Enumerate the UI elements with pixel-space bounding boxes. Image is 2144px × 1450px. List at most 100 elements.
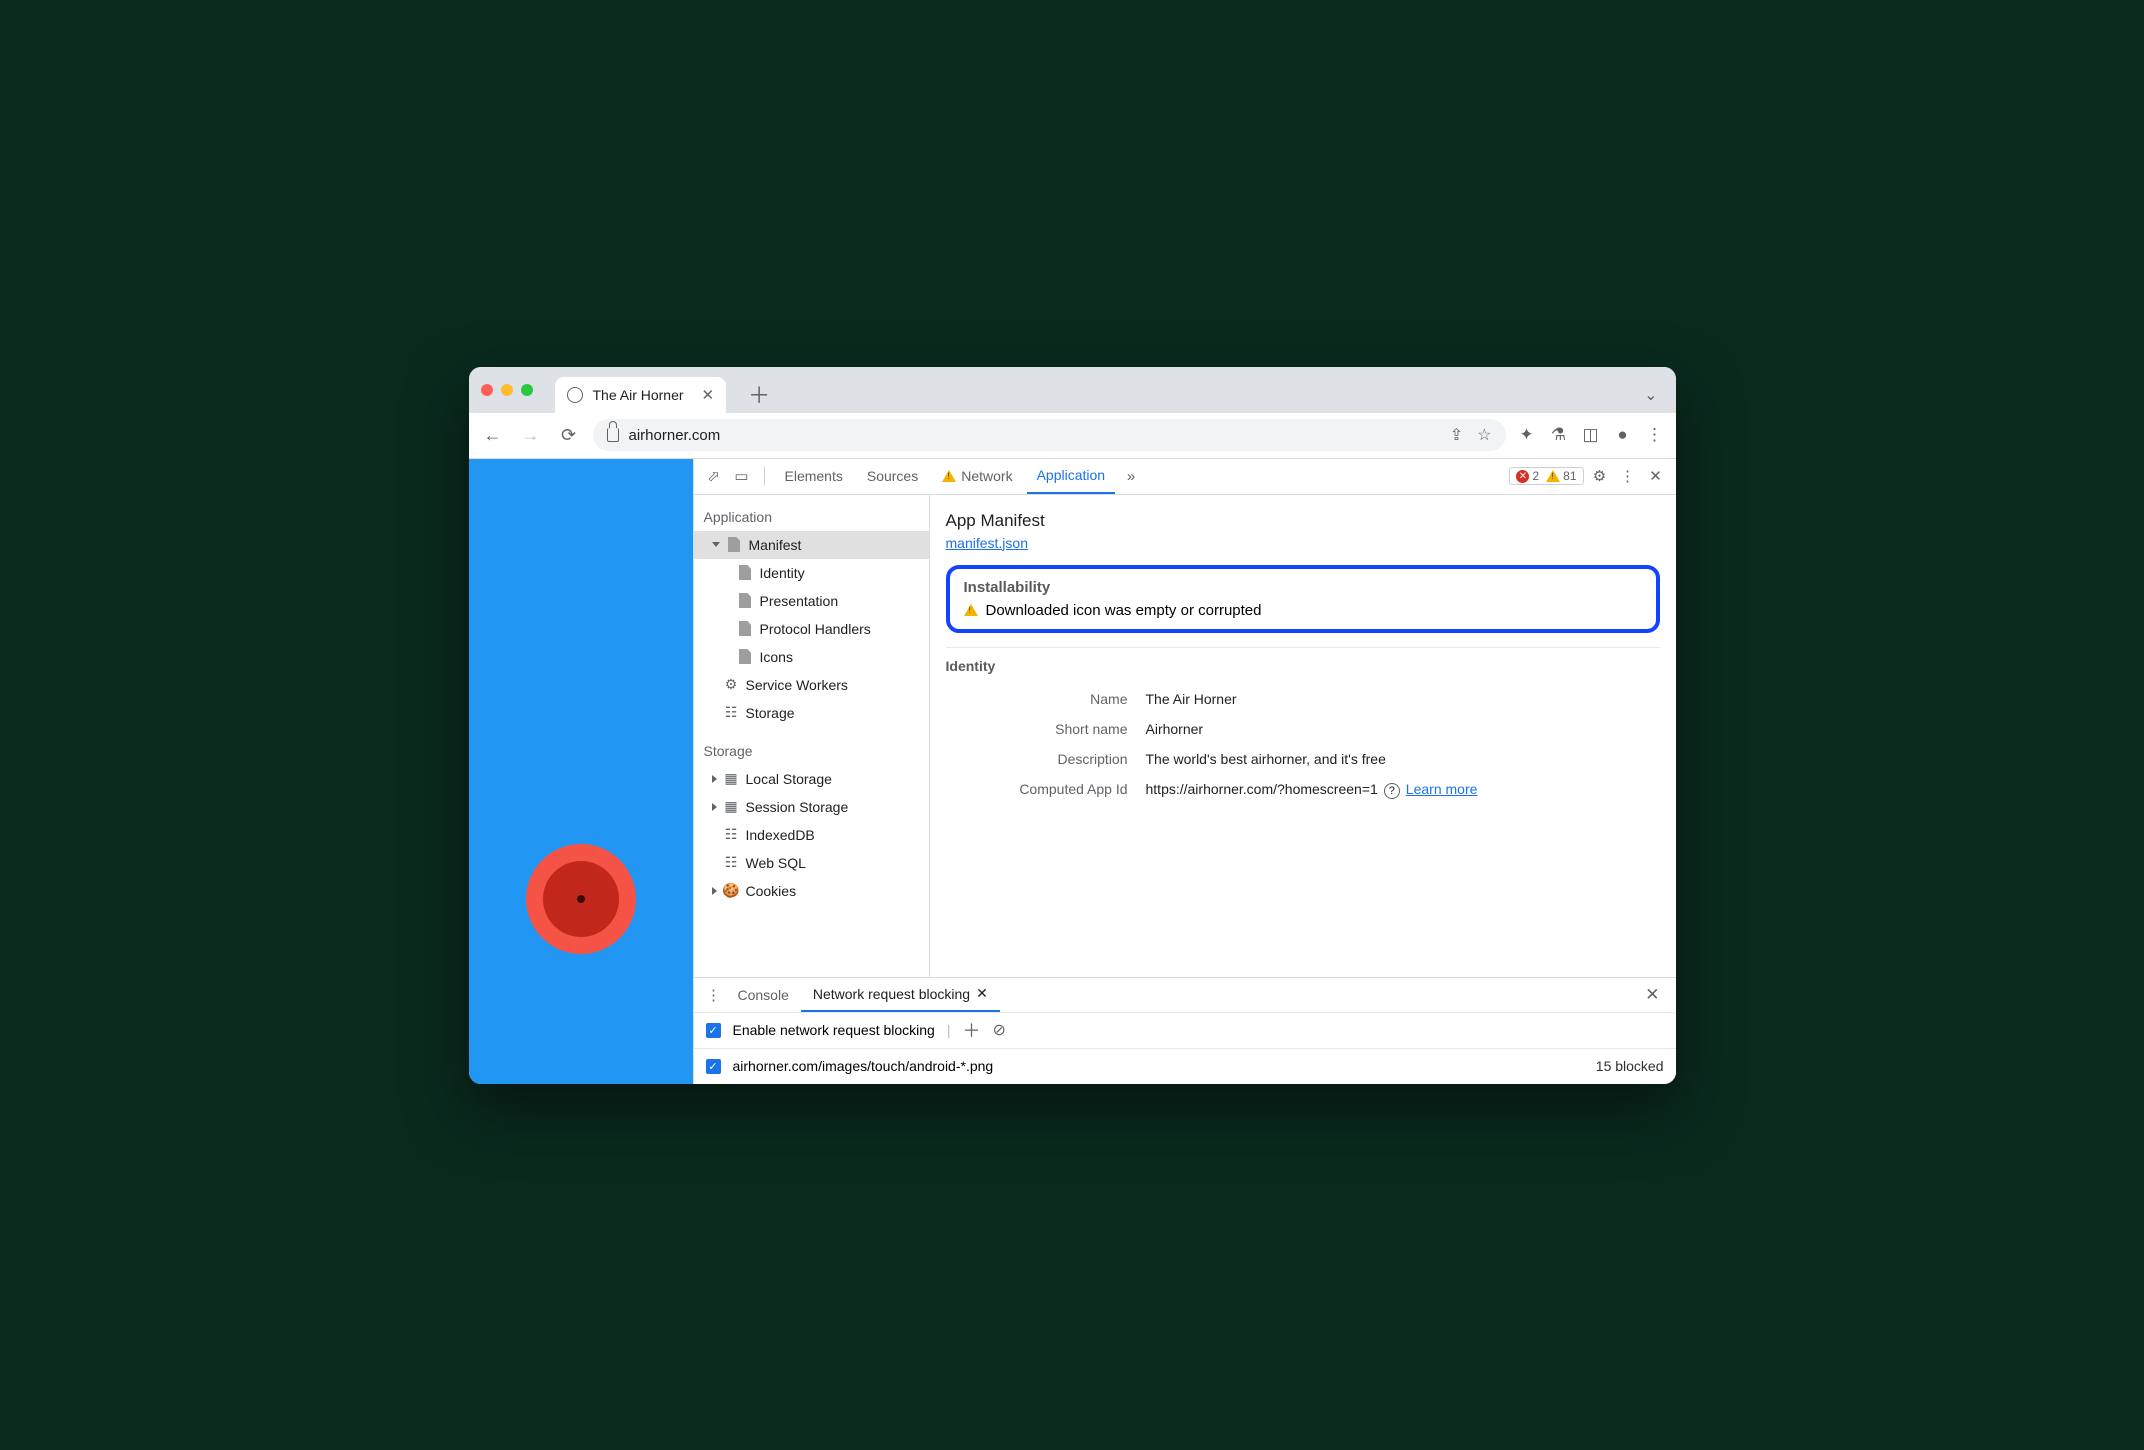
close-drawer-icon[interactable]: ✕: [1645, 985, 1667, 1005]
blocking-pattern-row[interactable]: ✓ airhorner.com/images/touch/android-*.p…: [694, 1048, 1676, 1084]
manifest-file-link[interactable]: manifest.json: [946, 535, 1028, 551]
issues-badge[interactable]: ✕2 81: [1509, 467, 1583, 485]
value-app-id: https://airhorner.com/?homescreen=1: [1146, 781, 1378, 797]
share-icon[interactable]: ⇪: [1450, 425, 1463, 445]
bookmark-icon[interactable]: ☆: [1477, 425, 1491, 445]
labs-icon[interactable]: ⚗: [1548, 425, 1570, 445]
sidebar-item-local-storage[interactable]: ▦Local Storage: [694, 765, 929, 793]
caret-right-icon: [712, 775, 717, 783]
content-area: ⬀ ▭ Elements Sources Network Application…: [469, 459, 1676, 1084]
tab-elements[interactable]: Elements: [775, 458, 853, 494]
identity-heading: Identity: [946, 658, 1660, 674]
database-icon: ☷: [724, 705, 739, 720]
sidebar-item-manifest[interactable]: Manifest: [694, 531, 929, 559]
manifest-pane: App Manifest manifest.json Installabilit…: [930, 495, 1676, 977]
database-icon: ☷: [724, 855, 739, 870]
cookie-icon: 🍪: [724, 883, 739, 898]
url-text: airhorner.com: [629, 427, 721, 444]
value-name: The Air Horner: [1146, 691, 1237, 707]
sidebar-section-application: Application: [694, 503, 929, 531]
new-tab-button[interactable]: ＋: [748, 378, 770, 410]
application-sidebar: Application Manifest Identity Presentati…: [694, 495, 930, 977]
lock-icon: [607, 428, 619, 442]
learn-more-link[interactable]: Learn more: [1406, 781, 1478, 797]
airhorn-button[interactable]: [526, 844, 636, 954]
drawer-menu-icon[interactable]: ⋮: [702, 986, 726, 1004]
file-icon: [739, 593, 751, 608]
file-icon: [739, 565, 751, 580]
app-manifest-heading: App Manifest: [946, 511, 1660, 531]
sidebar-section-storage: Storage: [694, 737, 929, 765]
sidebar-item-storage[interactable]: ☷Storage: [694, 699, 929, 727]
address-bar[interactable]: airhorner.com ⇪ ☆: [593, 419, 1506, 451]
warning-icon: [942, 470, 956, 482]
tab-strip: The Air Horner ✕ ＋ ⌄: [469, 367, 1676, 413]
label-app-id: Computed App Id: [946, 781, 1146, 799]
database-icon: ☷: [724, 827, 739, 842]
minimize-window-button[interactable]: [501, 384, 513, 396]
installability-heading: Installability: [964, 579, 1642, 596]
warning-icon: [1546, 470, 1560, 482]
browser-tab[interactable]: The Air Horner ✕: [555, 377, 727, 413]
menu-icon[interactable]: ⋮: [1644, 425, 1666, 445]
add-pattern-button[interactable]: ＋: [962, 1017, 980, 1043]
extensions-icon[interactable]: ✦: [1516, 425, 1538, 445]
caret-right-icon: [712, 803, 717, 811]
close-window-button[interactable]: [481, 384, 493, 396]
settings-icon[interactable]: ⚙: [1588, 467, 1612, 485]
tab-title: The Air Horner: [593, 387, 684, 403]
back-button[interactable]: ←: [479, 425, 507, 446]
blocking-toolbar: ✓ Enable network request blocking | ＋ ⊘: [694, 1012, 1676, 1048]
label-short-name: Short name: [946, 721, 1146, 737]
close-icon[interactable]: ✕: [976, 985, 988, 1002]
sidebar-item-identity[interactable]: Identity: [694, 559, 929, 587]
enable-blocking-checkbox[interactable]: ✓: [706, 1023, 721, 1038]
drawer-tab-console[interactable]: Console: [726, 978, 801, 1012]
more-tabs-icon[interactable]: »: [1119, 468, 1143, 485]
file-icon: [739, 621, 751, 636]
installability-message: Downloaded icon was empty or corrupted: [986, 602, 1262, 619]
gear-icon: ⚙: [724, 677, 739, 692]
sidebar-item-protocol-handlers[interactable]: Protocol Handlers: [694, 615, 929, 643]
file-icon: [739, 649, 751, 664]
sidebar-item-websql[interactable]: ☷Web SQL: [694, 849, 929, 877]
devtools-drawer: ⋮ Console Network request blocking✕ ✕ ✓ …: [694, 977, 1676, 1084]
close-tab-icon[interactable]: ✕: [702, 386, 715, 404]
sidebar-item-cookies[interactable]: 🍪Cookies: [694, 877, 929, 905]
pattern-checkbox[interactable]: ✓: [706, 1059, 721, 1074]
grid-icon: ▦: [724, 771, 739, 786]
close-devtools-icon[interactable]: ✕: [1644, 467, 1668, 485]
tab-network[interactable]: Network: [932, 458, 1022, 494]
value-description: The world's best airhorner, and it's fre…: [1146, 751, 1386, 767]
grid-icon: ▦: [724, 799, 739, 814]
tab-application[interactable]: Application: [1027, 458, 1116, 494]
clear-patterns-button[interactable]: ⊘: [992, 1020, 1005, 1040]
forward-button[interactable]: →: [517, 425, 545, 446]
sidebar-item-icons[interactable]: Icons: [694, 643, 929, 671]
sidebar-item-indexeddb[interactable]: ☷IndexedDB: [694, 821, 929, 849]
profile-icon[interactable]: ●: [1612, 425, 1634, 445]
blocked-count: 15 blocked: [1596, 1058, 1664, 1074]
file-icon: [728, 537, 740, 552]
drawer-tab-network-blocking[interactable]: Network request blocking✕: [801, 978, 1000, 1012]
installability-callout: Installability Downloaded icon was empty…: [946, 565, 1660, 633]
caret-right-icon: [712, 887, 717, 895]
device-toggle-icon[interactable]: ▭: [730, 467, 754, 485]
kebab-icon[interactable]: ⋮: [1616, 467, 1640, 485]
warning-icon: [964, 604, 978, 616]
window-controls: [481, 384, 533, 396]
tab-list-button[interactable]: ⌄: [1644, 385, 1657, 405]
tab-sources[interactable]: Sources: [857, 458, 928, 494]
maximize-window-button[interactable]: [521, 384, 533, 396]
label-description: Description: [946, 751, 1146, 767]
reload-button[interactable]: ⟳: [555, 425, 583, 446]
sidebar-item-session-storage[interactable]: ▦Session Storage: [694, 793, 929, 821]
sidebar-item-service-workers[interactable]: ⚙Service Workers: [694, 671, 929, 699]
sidepanel-icon[interactable]: ◫: [1580, 425, 1602, 445]
globe-icon: [567, 387, 583, 403]
help-icon[interactable]: ?: [1384, 783, 1400, 799]
caret-down-icon: [712, 542, 720, 547]
sidebar-item-presentation[interactable]: Presentation: [694, 587, 929, 615]
inspect-icon[interactable]: ⬀: [702, 467, 726, 485]
devtools-tabs: ⬀ ▭ Elements Sources Network Application…: [694, 459, 1676, 495]
